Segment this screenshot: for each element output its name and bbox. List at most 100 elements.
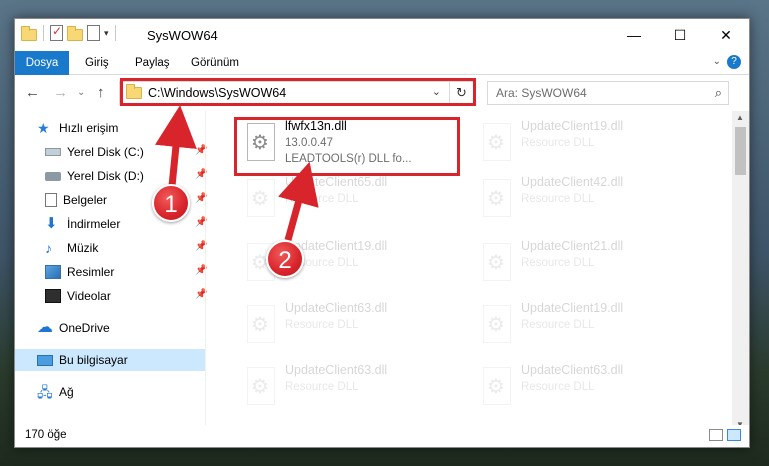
step-badge-2: 2 bbox=[266, 240, 304, 278]
scroll-up-icon[interactable]: ▲ bbox=[736, 113, 744, 122]
separator bbox=[43, 25, 44, 41]
close-button[interactable]: ✕ bbox=[703, 19, 749, 51]
new-folder-icon[interactable] bbox=[67, 26, 83, 41]
file-description: Resource DLL bbox=[521, 137, 595, 149]
chevron-down-icon[interactable]: ⌄ bbox=[432, 85, 441, 98]
customize-toolbar-icon[interactable] bbox=[87, 25, 100, 41]
view-switcher bbox=[709, 429, 741, 441]
pane-divider[interactable] bbox=[205, 111, 206, 431]
back-button[interactable]: ← bbox=[25, 84, 40, 101]
dll-file-icon: ⚙ bbox=[479, 305, 513, 345]
file-name: UpdateClient42.dll bbox=[521, 175, 624, 189]
sidebar-item-disk-d[interactable]: Yerel Disk (D:) 📌 bbox=[15, 165, 207, 187]
pictures-icon bbox=[45, 265, 61, 279]
address-bar[interactable]: C:\Windows\SysWOW64 ⌄ ↻ bbox=[119, 81, 474, 105]
forward-button[interactable]: → bbox=[53, 84, 68, 101]
file-name: UpdateClient19.dll bbox=[521, 119, 624, 133]
sidebar-item-label: Videolar bbox=[67, 289, 111, 303]
file-item[interactable]: ⚙ UpdateClient19.dll Resource DLL bbox=[475, 299, 705, 355]
refresh-button[interactable]: ↻ bbox=[449, 82, 473, 104]
dll-file-icon: ⚙ bbox=[479, 123, 513, 163]
sidebar-item-quick-access[interactable]: ★ Hızlı erişim bbox=[15, 117, 205, 139]
music-icon: ♪ bbox=[45, 240, 52, 256]
file-item[interactable]: ⚙ UpdateClient19.dll Resource DLL bbox=[475, 117, 705, 173]
expand-ribbon-icon[interactable]: ⌄ bbox=[713, 56, 721, 67]
file-item-lfwfx13n[interactable]: ⚙ lfwfx13n.dll 13.0.0.47 LEADTOOLS(r) DL… bbox=[239, 117, 469, 173]
onedrive-icon: ☁ bbox=[37, 319, 53, 336]
download-icon: ⬇ bbox=[45, 215, 58, 232]
sidebar-item-pictures[interactable]: Resimler 📌 bbox=[15, 261, 207, 283]
status-bar: 170 öğe bbox=[15, 425, 749, 447]
help-icon[interactable]: ? bbox=[727, 55, 741, 69]
file-version: 13.0.0.47 bbox=[285, 137, 333, 149]
file-description: Resource DLL bbox=[285, 319, 359, 331]
quick-access-toolbar: ▾ bbox=[21, 24, 118, 41]
star-icon: ★ bbox=[37, 120, 50, 136]
dll-file-icon: ⚙ bbox=[479, 243, 513, 283]
tiles-view-icon[interactable] bbox=[727, 429, 741, 441]
folder-icon bbox=[21, 26, 37, 41]
folder-icon bbox=[126, 84, 142, 99]
file-description: LEADTOOLS(r) DLL fo... bbox=[285, 153, 412, 165]
file-name: UpdateClient63.dll bbox=[521, 363, 624, 377]
navigation-bar: ← → ⌄ ↑ C:\Windows\SysWOW64 ⌄ ↻ Ara: Sys… bbox=[15, 75, 749, 111]
sidebar-item-label: Ağ bbox=[59, 385, 74, 399]
sidebar-item-videos[interactable]: Videolar 📌 bbox=[15, 285, 207, 307]
file-item[interactable]: ⚙ UpdateClient42.dll Resource DLL bbox=[475, 173, 705, 229]
dll-file-icon: ⚙ bbox=[243, 123, 277, 163]
file-item[interactable]: ⚙ UpdateClient65.dll Resource DLL bbox=[239, 173, 469, 229]
sidebar-item-label: Yerel Disk (C:) bbox=[67, 145, 144, 159]
explorer-window: ▾ SysWOW64 — ☐ ✕ Dosya Giriş Paylaş Görü… bbox=[14, 18, 750, 448]
file-description: Resource DLL bbox=[521, 319, 595, 331]
search-icon[interactable]: ⌕ bbox=[715, 85, 722, 101]
file-description: Resource DLL bbox=[521, 257, 595, 269]
window-title: SysWOW64 bbox=[147, 28, 218, 43]
tab-share[interactable]: Paylaş bbox=[135, 51, 170, 75]
file-description: Resource DLL bbox=[285, 193, 359, 205]
up-button[interactable]: ↑ bbox=[97, 84, 105, 101]
tab-file[interactable]: Dosya bbox=[15, 51, 69, 75]
sidebar-item-network[interactable]: 🖧 Ağ bbox=[15, 381, 205, 403]
title-bar: ▾ SysWOW64 — ☐ ✕ bbox=[15, 19, 749, 51]
file-description: Resource DLL bbox=[285, 381, 359, 393]
file-name: UpdateClient19.dll bbox=[521, 301, 624, 315]
sidebar-item-music[interactable]: ♪ Müzik 📌 bbox=[15, 237, 207, 259]
step-badge-1: 1 bbox=[152, 184, 190, 222]
toolbar-dropdown-icon[interactable]: ▾ bbox=[104, 28, 109, 39]
dll-file-icon: ⚙ bbox=[479, 179, 513, 219]
sidebar-item-onedrive[interactable]: ☁ OneDrive bbox=[15, 317, 205, 339]
dll-file-icon: ⚙ bbox=[243, 305, 277, 345]
window-controls: — ☐ ✕ bbox=[611, 19, 749, 51]
file-item[interactable]: ⚙ UpdateClient63.dll Resource DLL bbox=[239, 299, 469, 355]
scrollbar-thumb[interactable] bbox=[735, 127, 746, 175]
maximize-button[interactable]: ☐ bbox=[657, 19, 703, 51]
sidebar-item-label: Bu bilgisayar bbox=[59, 353, 128, 367]
separator bbox=[114, 25, 116, 41]
this-pc-icon bbox=[37, 354, 53, 366]
tab-home[interactable]: Giriş bbox=[85, 51, 109, 75]
file-name: UpdateClient65.dll bbox=[285, 175, 388, 189]
minimize-button[interactable]: — bbox=[611, 19, 657, 51]
vertical-scrollbar[interactable]: ▲ ▼ bbox=[732, 111, 749, 431]
recent-locations-button[interactable]: ⌄ bbox=[77, 87, 85, 98]
sidebar-item-label: Belgeler bbox=[63, 193, 108, 207]
documents-icon bbox=[45, 193, 57, 207]
dll-file-icon: ⚙ bbox=[243, 179, 277, 219]
file-description: Resource DLL bbox=[521, 193, 595, 205]
sidebar-item-disk-c[interactable]: Yerel Disk (C:) 📌 bbox=[15, 141, 207, 163]
address-path[interactable]: C:\Windows\SysWOW64 bbox=[148, 86, 286, 100]
details-view-icon[interactable] bbox=[709, 429, 723, 441]
file-item[interactable]: ⚙ UpdateClient63.dll Resource DLL bbox=[475, 361, 705, 417]
drive-icon bbox=[45, 148, 61, 156]
file-item[interactable]: ⚙ UpdateClient21.dll Resource DLL bbox=[475, 237, 705, 293]
properties-icon[interactable] bbox=[50, 24, 63, 41]
item-count: 170 öğe bbox=[25, 429, 67, 441]
search-input[interactable]: Ara: SysWOW64 ⌕ bbox=[487, 81, 729, 105]
dll-file-icon: ⚙ bbox=[243, 367, 277, 407]
file-item[interactable]: ⚙ UpdateClient63.dll Resource DLL bbox=[239, 361, 469, 417]
file-name: lfwfx13n.dll bbox=[285, 119, 347, 133]
sidebar-item-label: İndirmeler bbox=[67, 217, 121, 231]
drive-icon bbox=[45, 171, 61, 181]
tab-view[interactable]: Görünüm bbox=[191, 51, 239, 75]
sidebar-item-this-pc[interactable]: Bu bilgisayar bbox=[15, 349, 205, 371]
